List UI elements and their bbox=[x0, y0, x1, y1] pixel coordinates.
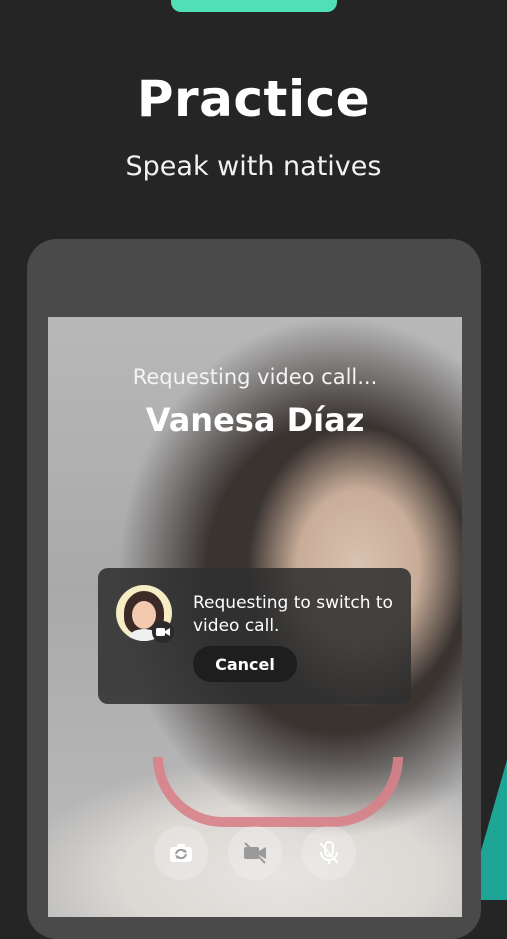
video-toggle-button[interactable] bbox=[228, 826, 282, 880]
avatar-face bbox=[132, 601, 156, 629]
mute-button[interactable] bbox=[302, 826, 356, 880]
switch-request-message: Requesting to switch to video call. bbox=[193, 593, 393, 636]
cancel-button[interactable]: Cancel bbox=[193, 646, 297, 682]
page-title: Practice bbox=[136, 70, 371, 128]
top-accent-bar bbox=[171, 0, 337, 12]
video-off-icon bbox=[244, 842, 266, 864]
switch-request-toast: Requesting to switch to video call. Canc… bbox=[98, 568, 411, 704]
video-camera-icon bbox=[152, 621, 174, 643]
caller-photo-detail bbox=[153, 757, 403, 827]
caller-name: Vanesa Díaz bbox=[145, 401, 365, 439]
video-call-screen: Requesting video call... Vanesa Díaz Req… bbox=[48, 317, 462, 917]
mic-off-icon bbox=[319, 841, 339, 864]
switch-camera-icon bbox=[170, 844, 192, 862]
page-subtitle: Speak with natives bbox=[125, 151, 382, 182]
switch-camera-button[interactable] bbox=[154, 826, 208, 880]
call-status-text: Requesting video call... bbox=[132, 365, 378, 389]
